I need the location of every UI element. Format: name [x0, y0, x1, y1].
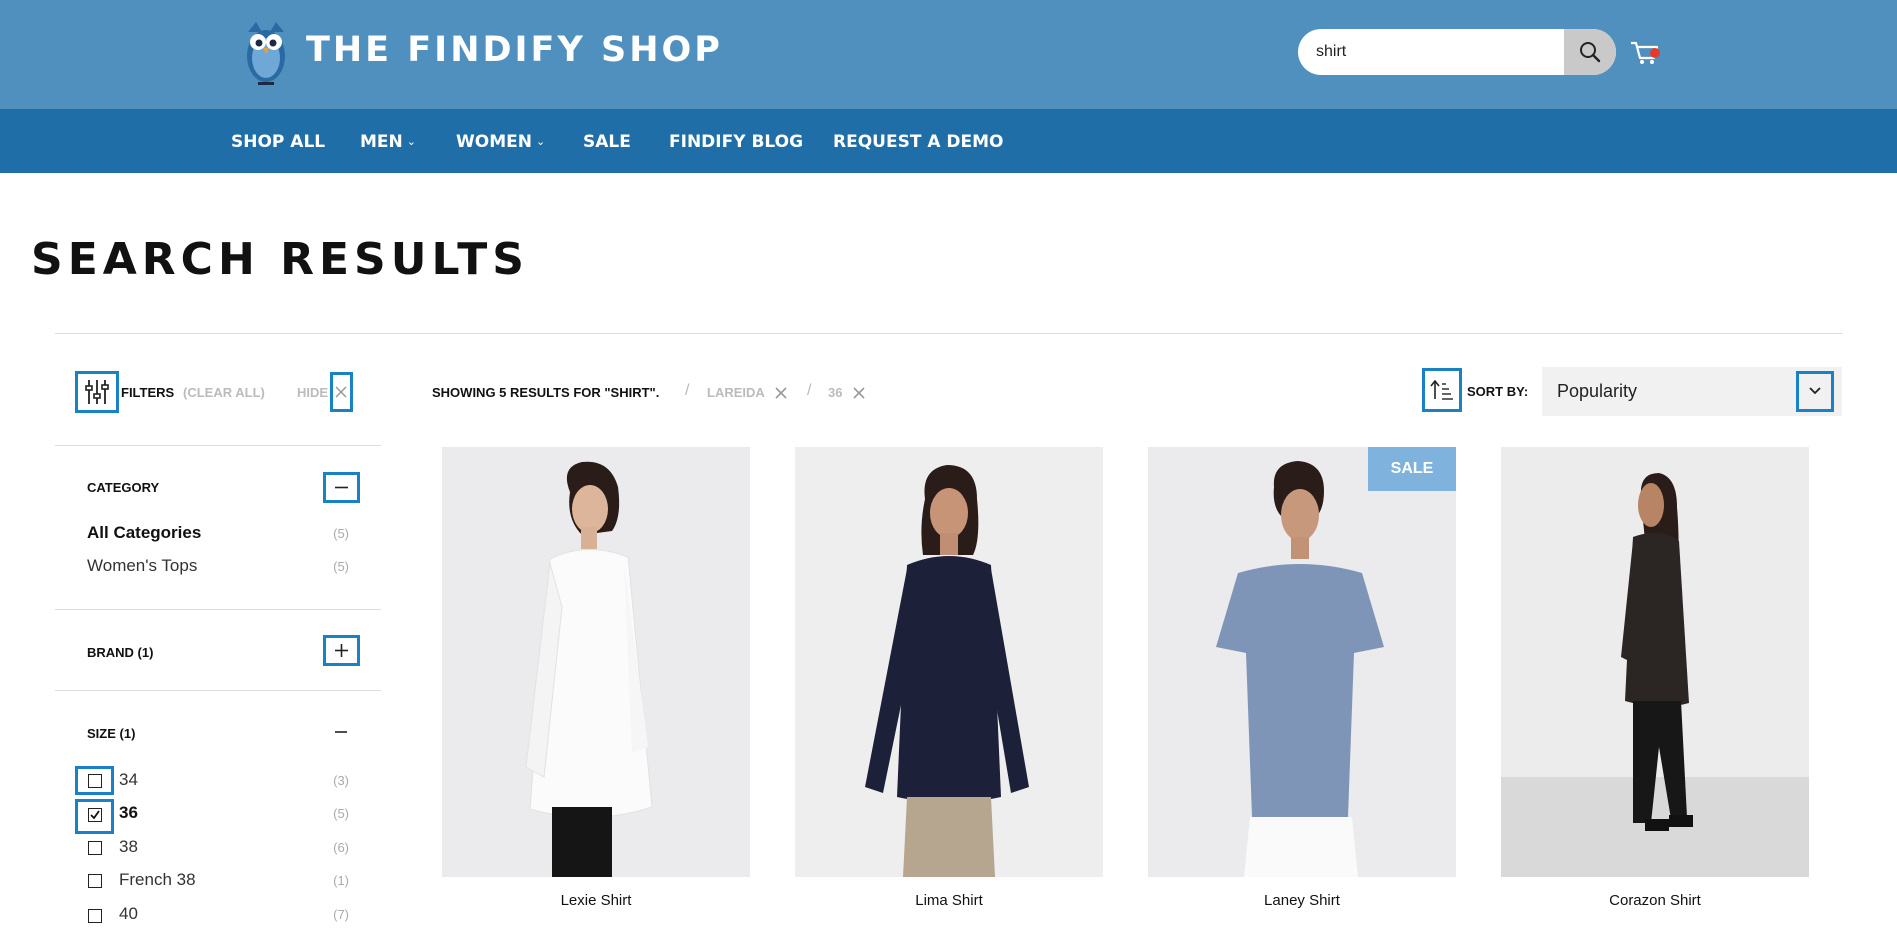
brand-section-title[interactable]: BRAND (1) — [87, 645, 153, 660]
search-icon — [1580, 42, 1601, 63]
size-option-french-38[interactable]: French 38 (1) — [87, 870, 349, 894]
facet-count: (7) — [333, 907, 349, 922]
nav-sale[interactable]: SALE — [583, 132, 631, 152]
checkmark-icon — [90, 810, 100, 820]
search-box — [1298, 29, 1616, 75]
product-image[interactable] — [442, 447, 750, 877]
product-name[interactable]: Lima Shirt — [795, 892, 1103, 909]
close-icon[interactable] — [774, 386, 788, 400]
size-option-38[interactable]: 38 (6) — [87, 837, 349, 861]
product-image[interactable]: SALE — [1148, 447, 1456, 877]
sort-selected-value: Popularity — [1557, 381, 1638, 401]
divider — [55, 333, 1843, 334]
active-filter-chip[interactable]: LAREIDA — [707, 385, 788, 400]
facet-count: (1) — [333, 873, 349, 888]
category-option-all[interactable]: All Categories (5) — [87, 523, 349, 547]
plus-icon — [335, 644, 348, 657]
search-input[interactable] — [1316, 29, 1556, 75]
divider — [55, 445, 381, 446]
shop-brand-name[interactable]: THE FINDIFY SHOP — [306, 30, 723, 70]
sale-badge: SALE — [1368, 447, 1456, 491]
product-photo — [1501, 447, 1809, 877]
sort-direction-button[interactable] — [1422, 368, 1462, 412]
product-name[interactable]: Corazon Shirt — [1501, 892, 1809, 909]
nav-shop-all[interactable]: SHOP ALL — [231, 132, 325, 152]
chevron-down-icon: ⌄ — [406, 135, 416, 148]
facet-count: (3) — [333, 773, 349, 788]
results-summary: SHOWING 5 RESULTS FOR "SHIRT". — [432, 385, 660, 400]
filters-label: FILTERS — [121, 385, 175, 400]
facet-label: French 38 — [119, 870, 196, 889]
facet-count: (6) — [333, 840, 349, 855]
hide-filters-close-button[interactable] — [330, 372, 353, 412]
nav-findify-blog[interactable]: FINDIFY BLOG — [669, 132, 803, 152]
main-nav: SHOP ALL MEN ⌄ WOMEN ⌄ SALE FINDIFY BLOG R… — [0, 109, 1897, 173]
facet-label: 34 — [119, 770, 138, 789]
product-image[interactable] — [795, 447, 1103, 877]
category-collapse-button[interactable] — [323, 472, 360, 503]
nav-women[interactable]: WOMEN ⌄ — [456, 132, 545, 152]
size-section-title[interactable]: SIZE (1) — [87, 726, 135, 741]
facet-label: 36 — [119, 803, 138, 822]
checkbox-checked[interactable] — [88, 808, 102, 822]
chevron-down-icon: ⌄ — [535, 135, 546, 148]
facet-label: Women's Tops — [87, 556, 198, 575]
size-option-34[interactable]: 34 (3) — [87, 770, 349, 794]
divider — [55, 690, 381, 691]
checkbox[interactable] — [88, 841, 102, 855]
page-title: SEARCH RESULTS — [31, 234, 529, 285]
facet-label: All Categories — [87, 523, 202, 542]
breadcrumb-separator: / — [685, 382, 690, 399]
filters-toggle-button[interactable] — [75, 371, 119, 413]
owl-logo-icon[interactable] — [242, 18, 292, 88]
checkbox[interactable] — [88, 774, 102, 788]
product-photo — [1148, 447, 1456, 877]
sort-by-label: SORT BY: — [1467, 384, 1529, 399]
checkbox[interactable] — [88, 874, 102, 888]
category-option-womens-tops[interactable]: Women's Tops (5) — [87, 556, 349, 580]
product-photo — [442, 447, 750, 877]
close-icon[interactable] — [852, 386, 866, 400]
product-name[interactable]: Laney Shirt — [1148, 892, 1456, 909]
minus-icon[interactable] — [333, 725, 349, 739]
facet-count: (5) — [333, 806, 349, 821]
divider — [55, 609, 381, 610]
sliders-icon — [85, 380, 109, 404]
sort-ascending-icon — [1430, 379, 1453, 400]
hide-filters-link[interactable]: HIDE — [297, 385, 328, 400]
facet-label: 40 — [119, 904, 138, 923]
close-icon — [335, 386, 347, 398]
product-image[interactable] — [1501, 447, 1809, 877]
facet-label: 38 — [119, 837, 138, 856]
facet-count: (5) — [333, 526, 349, 541]
brand-expand-button[interactable] — [323, 635, 360, 666]
search-button[interactable] — [1564, 29, 1616, 75]
site-header: THE FINDIFY SHOP — [0, 0, 1897, 109]
minus-icon — [335, 486, 348, 489]
active-filter-chip[interactable]: 36 — [828, 385, 866, 400]
breadcrumb-separator: / — [807, 382, 812, 399]
nav-men[interactable]: MEN ⌄ — [360, 132, 416, 152]
product-name[interactable]: Lexie Shirt — [442, 892, 750, 909]
product-photo — [795, 447, 1103, 877]
size-option-40[interactable]: 40 (7) — [87, 904, 349, 928]
checkbox[interactable] — [88, 909, 102, 923]
chevron-down-icon — [1809, 387, 1821, 395]
category-section-title[interactable]: CATEGORY — [87, 480, 159, 495]
sort-dropdown-button[interactable] — [1796, 371, 1834, 412]
size-option-36[interactable]: 36 (5) — [87, 803, 349, 827]
cart-count-dot — [1650, 48, 1660, 58]
facet-count: (5) — [333, 559, 349, 574]
nav-request-demo[interactable]: REQUEST A DEMO — [833, 132, 1004, 152]
clear-all-link[interactable]: (CLEAR ALL) — [183, 385, 265, 400]
